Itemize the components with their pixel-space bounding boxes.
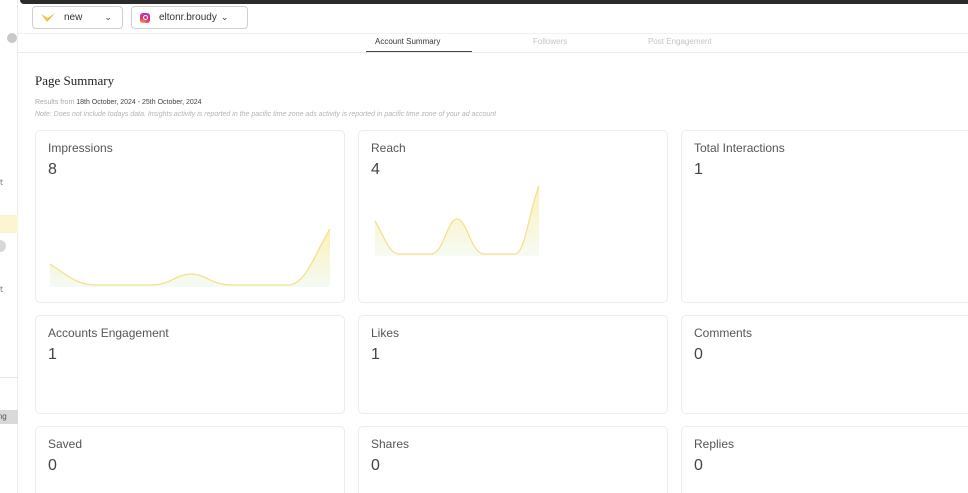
metric-value: 1 xyxy=(48,346,57,363)
metric-card-replies: Replies 0 xyxy=(681,426,968,493)
top-border xyxy=(20,0,968,4)
metric-label: Accounts Engagement xyxy=(48,326,169,340)
metric-card-accounts-engagement: Accounts Engagement 1 xyxy=(35,315,345,414)
metric-label: Comments xyxy=(694,326,753,340)
tabs-divider xyxy=(18,52,968,53)
sidebar-item-fragment[interactable]: t xyxy=(0,285,3,294)
metric-label: Replies xyxy=(694,437,735,451)
metric-value: 1 xyxy=(371,346,380,363)
sidebar-toggle[interactable] xyxy=(0,240,6,252)
reach-sparkline xyxy=(374,185,540,256)
tab-followers[interactable]: Followers xyxy=(533,37,567,46)
metric-value: 0 xyxy=(694,457,703,474)
metric-card-total-interactions: Total Interactions 1 xyxy=(681,130,968,303)
sidebar-item-fragment[interactable]: t xyxy=(0,178,3,187)
metric-card-impressions: Impressions 8 xyxy=(35,130,345,303)
metric-label: Likes xyxy=(371,326,400,340)
tab-account-summary[interactable]: Account Summary xyxy=(375,37,440,46)
sidebar-item-active[interactable] xyxy=(0,215,18,233)
account-select-value: eltonr.broudy xyxy=(159,12,217,23)
insights-note: Note: Does not include todays data. Insi… xyxy=(35,111,497,118)
metric-card-reach: Reach 4 xyxy=(358,130,668,303)
metric-value: 1 xyxy=(694,161,703,178)
chevron-down-icon: ⌄ xyxy=(104,12,112,22)
account-select[interactable]: eltonr.broudy ⌄ xyxy=(131,6,248,29)
sidebar-pill[interactable]: ing xyxy=(0,410,18,424)
metric-card-likes: Likes 1 xyxy=(358,315,668,414)
sidebar-divider xyxy=(0,377,18,378)
metric-card-comments: Comments 0 xyxy=(681,315,968,414)
metric-label: Total Interactions xyxy=(694,141,785,155)
metric-value: 0 xyxy=(48,457,57,474)
metric-label: Saved xyxy=(48,437,83,451)
metric-value: 0 xyxy=(694,346,703,363)
metric-label: Shares xyxy=(371,437,410,451)
sidebar-badge xyxy=(7,33,17,43)
header-divider xyxy=(18,33,968,34)
date-range: 18th October, 2024 - 25th October, 2024 xyxy=(76,99,202,106)
sidebar-collapsed: t t ing xyxy=(0,0,18,493)
metric-card-shares: Shares 0 xyxy=(358,426,668,493)
instagram-icon xyxy=(140,12,150,23)
impressions-sparkline xyxy=(49,228,331,287)
workspace-select[interactable]: new ⌄ xyxy=(32,6,123,29)
chevron-down-icon: ⌄ xyxy=(220,12,229,22)
brand-logo-icon xyxy=(41,12,55,22)
metric-card-saved: Saved 0 xyxy=(35,426,345,493)
date-range-line: Results from 18th October, 2024 - 25th O… xyxy=(35,99,202,106)
metric-value: 0 xyxy=(371,457,380,474)
tab-post-engagement[interactable]: Post Engagement xyxy=(648,37,712,46)
page-title: Page Summary xyxy=(35,73,115,88)
workspace-select-value: new xyxy=(64,12,83,23)
date-range-prefix: Results from xyxy=(35,99,77,106)
